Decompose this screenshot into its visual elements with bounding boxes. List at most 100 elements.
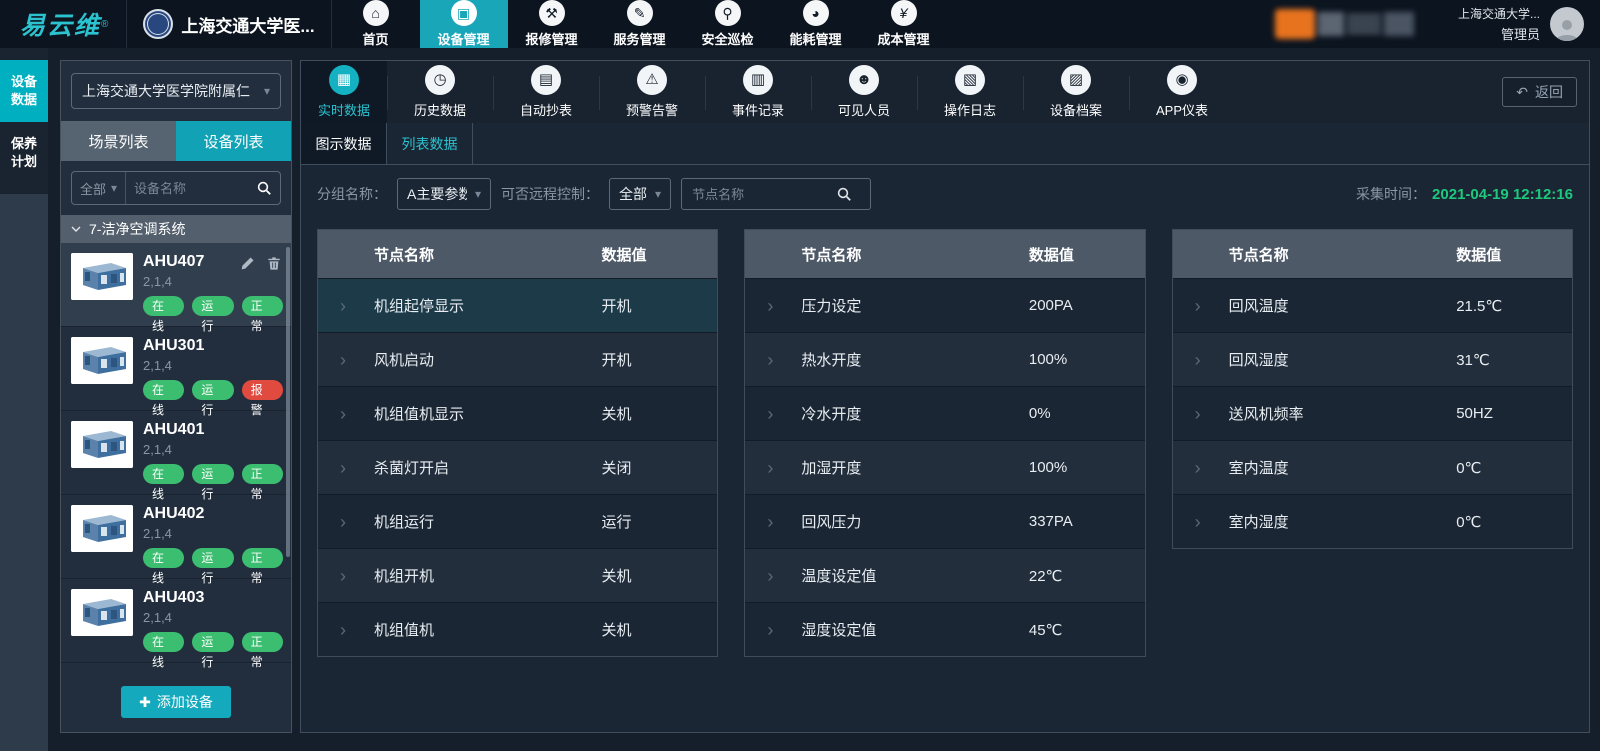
tab-device-archive[interactable]: ▨ 设备档案 — [1023, 61, 1129, 123]
tab-event-record[interactable]: ▥ 事件记录 — [705, 61, 811, 123]
top-nav: ⌂ 首页 ▣ 设备管理 ⚒ 报修管理 ✎ 服务管理 ⚲ 安全巡检 ◕ 能耗管理 … — [332, 0, 948, 48]
app-logo-text: 易云维 — [20, 6, 101, 42]
filter-bar: 分组名称： A主要参数 ▾ 可否远程控制： 全部 ▾ 采集时间： 2021-04… — [301, 165, 1589, 223]
view-subtabs: 图示数据 列表数据 — [301, 123, 1589, 165]
edit-icon[interactable] — [240, 256, 255, 271]
chevron-right-icon: › — [318, 351, 374, 369]
tab-warning-alarm[interactable]: ⚠ 预警告警 — [599, 61, 705, 123]
remote-control-select[interactable]: 全部 ▾ — [609, 178, 671, 210]
status-badge-running: 运行 — [192, 380, 233, 400]
chevron-right-icon: › — [318, 297, 374, 315]
table-row[interactable]: › 压力设定 200PA — [745, 278, 1144, 332]
nav-item-safety-patrol[interactable]: ⚲ 安全巡检 — [684, 0, 772, 48]
registered-mark: ® — [101, 19, 108, 30]
nav-item-cost-management[interactable]: ¥ 成本管理 — [860, 0, 948, 48]
table-row[interactable]: › 冷水开度 0% — [745, 386, 1144, 440]
table-row[interactable]: › 回风温度 21.5℃ — [1173, 278, 1572, 332]
nav-item-device-management[interactable]: ▣ 设备管理 — [420, 0, 508, 48]
table-row[interactable]: › 回风湿度 31℃ — [1173, 332, 1572, 386]
device-thumbnail — [71, 589, 133, 636]
tab-scene-list[interactable]: 场景列表 — [61, 121, 176, 161]
device-card-ahu301[interactable]: AHU301 2,1,4 在线 运行 报警 — [61, 327, 291, 411]
data-table-2: 节点名称 数据值 › 压力设定 200PA › 热水开度 100% › 冷水开度… — [744, 229, 1145, 657]
device-card-ahu401[interactable]: AHU401 2,1,4 在线 运行 正常 — [61, 411, 291, 495]
event-record-icon: ▥ — [743, 65, 773, 95]
device-thumbnail — [71, 253, 133, 300]
tab-app-dashboard[interactable]: ◉ APP仪表 — [1129, 61, 1235, 123]
topbar-right: 上海交通大学... 管理员 — [1256, 0, 1600, 48]
pie-chart-icon: ◕ — [803, 0, 829, 26]
hospital-select[interactable]: 上海交通大学医学院附属仁 ▾ — [71, 73, 281, 109]
table-header: 节点名称 数据值 — [1173, 230, 1572, 278]
back-arrow-icon: ↶ — [1516, 84, 1528, 101]
status-badge-online: 在线 — [143, 380, 184, 400]
device-group-header[interactable]: 7-洁净空调系统 — [61, 215, 291, 243]
chevron-right-icon: › — [318, 567, 374, 585]
group-name-select[interactable]: A主要参数 ▾ — [397, 178, 491, 210]
tab-device-list[interactable]: 设备列表 — [176, 121, 291, 161]
pencil-icon: ✎ — [627, 0, 653, 26]
nav-item-energy-management[interactable]: ◕ 能耗管理 — [772, 0, 860, 48]
back-button[interactable]: ↶ 返回 — [1502, 77, 1577, 107]
chevron-right-icon: › — [318, 459, 374, 477]
nav-item-repair-management[interactable]: ⚒ 报修管理 — [508, 0, 596, 48]
device-card-ahu403[interactable]: AHU403 2,1,4 在线 运行 正常 — [61, 579, 291, 663]
remote-control-label: 可否远程控制： — [501, 184, 599, 204]
tab-auto-meter-reading[interactable]: ▤ 自动抄表 — [493, 61, 599, 123]
table-row[interactable]: › 加湿开度 100% — [745, 440, 1144, 494]
table-row[interactable]: › 室内温度 0℃ — [1173, 440, 1572, 494]
device-search-input[interactable] — [126, 181, 256, 196]
table-row[interactable]: › 机组运行 运行 — [318, 494, 717, 548]
alarm-bell-icon: ⚠ — [637, 65, 667, 95]
table-row[interactable]: › 室内湿度 0℃ — [1173, 494, 1572, 548]
chevron-right-icon: › — [318, 513, 374, 531]
tab-operation-log[interactable]: ▧ 操作日志 — [917, 61, 1023, 123]
subtab-diagram-data[interactable]: 图示数据 — [301, 123, 387, 164]
nav-item-home[interactable]: ⌂ 首页 — [332, 0, 420, 48]
chevron-right-icon: › — [318, 621, 374, 639]
status-badge-online: 在线 — [143, 464, 184, 484]
log-icon: ▧ — [955, 65, 985, 95]
table-row[interactable]: › 机组值机显示 关机 — [318, 386, 717, 440]
scrollbar[interactable] — [286, 247, 290, 557]
location-pin-icon: ⚲ — [715, 0, 741, 26]
add-device-button[interactable]: ✚ 添加设备 — [121, 686, 231, 718]
table-row[interactable]: › 风机启动 开机 — [318, 332, 717, 386]
search-icon — [256, 180, 272, 196]
history-clock-icon: ◷ — [425, 65, 455, 95]
chevron-down-icon: ▾ — [111, 181, 117, 195]
device-search-bar: 全部 ▾ — [71, 171, 281, 205]
tab-realtime-data[interactable]: ▦ 实时数据 — [301, 61, 387, 123]
realtime-data-icon: ▦ — [329, 65, 359, 95]
currency-icon: ¥ — [891, 0, 917, 26]
status-badge-running: 运行 — [192, 548, 233, 568]
tab-visible-people[interactable]: ☻ 可见人员 — [811, 61, 917, 123]
tab-history-data[interactable]: ◷ 历史数据 — [387, 61, 493, 123]
subtab-list-data[interactable]: 列表数据 — [387, 123, 473, 164]
sidebar-item-maintenance-plan[interactable]: 保养计划 — [0, 122, 48, 184]
table-row[interactable]: › 机组起停显示 开机 — [318, 278, 717, 332]
meter-icon: ▤ — [531, 65, 561, 95]
status-badge-running: 运行 — [192, 296, 233, 316]
device-card-ahu407[interactable]: AHU407 2,1,4 在线 运行 正常 — [61, 243, 291, 327]
status-badge-running: 运行 — [192, 464, 233, 484]
nav-item-service-management[interactable]: ✎ 服务管理 — [596, 0, 684, 48]
table-row[interactable]: › 机组开机 关机 — [318, 548, 717, 602]
node-search-input[interactable] — [692, 187, 836, 202]
table-row[interactable]: › 温度设定值 22℃ — [745, 548, 1144, 602]
chevron-right-icon: › — [1173, 351, 1229, 369]
table-row[interactable]: › 机组值机 关机 — [318, 602, 717, 656]
content: 设备数据 保养计划 上海交通大学医学院附属仁 ▾ 场景列表 设备列表 全部 ▾ … — [0, 48, 1600, 751]
data-table-1: 节点名称 数据值 › 机组起停显示 开机 › 风机启动 开机 › 机组值机显示 … — [317, 229, 718, 657]
table-row[interactable]: › 热水开度 100% — [745, 332, 1144, 386]
sidebar-item-device-data[interactable]: 设备数据 — [0, 60, 48, 122]
table-row[interactable]: › 回风压力 337PA — [745, 494, 1144, 548]
device-card-ahu402[interactable]: AHU402 2,1,4 在线 运行 正常 — [61, 495, 291, 579]
delete-icon[interactable] — [267, 256, 281, 271]
device-type-select[interactable]: 全部 ▾ — [72, 172, 126, 204]
table-row[interactable]: › 杀菌灯开启 关闭 — [318, 440, 717, 494]
table-row[interactable]: › 湿度设定值 45℃ — [745, 602, 1144, 656]
avatar[interactable] — [1550, 7, 1584, 41]
chevron-down-icon: ▾ — [475, 187, 481, 201]
table-row[interactable]: › 送风机频率 50HZ — [1173, 386, 1572, 440]
